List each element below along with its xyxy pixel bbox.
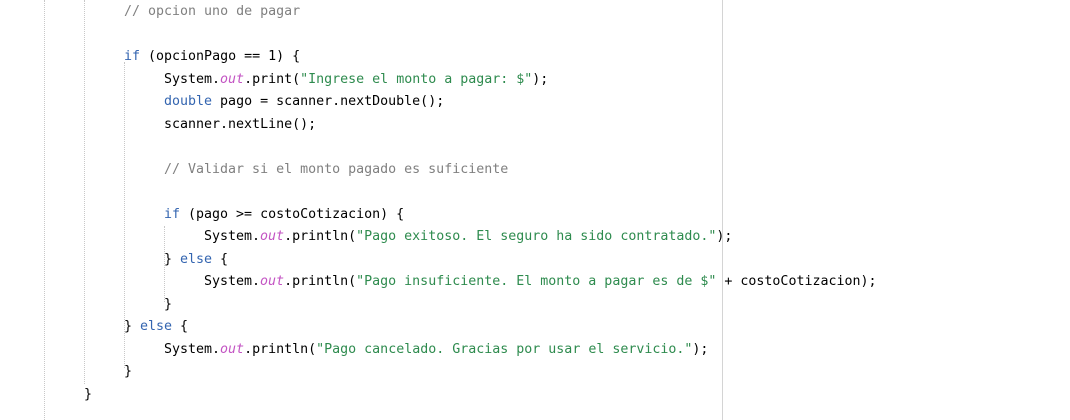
code-token-plain: System. <box>164 341 221 357</box>
code-token-plain: System. <box>164 71 221 87</box>
code-token-keyword: if <box>124 49 141 64</box>
code-token-plain: } <box>164 296 173 312</box>
code-line[interactable]: // opcion uno de pagar <box>124 1 300 23</box>
code-line[interactable]: System.out.println("Pago cancelado. Grac… <box>164 339 708 361</box>
code-token-string: "Ingrese el monto a pagar: $" <box>300 71 533 87</box>
code-token-plain: } <box>164 251 181 267</box>
code-line[interactable]: // Validar si el monto pagado es suficie… <box>164 159 508 181</box>
code-token-plain: ); <box>692 341 709 357</box>
code-token-string: "Pago cancelado. Gracias por usar el ser… <box>316 341 693 357</box>
code-token-plain: .print( <box>244 71 301 87</box>
code-token-plain: { <box>172 319 189 334</box>
code-token-field: out <box>220 341 245 357</box>
code-token-plain: + costoCotizacion); <box>716 274 877 289</box>
code-line[interactable]: } else { <box>164 249 228 271</box>
code-line[interactable]: } else { <box>124 316 188 338</box>
code-line[interactable]: double pago = scanner.nextDouble(); <box>164 91 444 113</box>
code-token-plain: { <box>212 251 229 267</box>
code-token-plain: scanner.nextLine(); <box>164 116 317 132</box>
code-line[interactable]: System.out.println("Pago insuficiente. E… <box>204 271 877 293</box>
code-token-plain: System. <box>204 274 261 289</box>
code-token-plain: (opcionPago == 1) { <box>140 49 301 64</box>
code-token-field: out <box>260 274 285 289</box>
code-token-field: out <box>260 229 285 244</box>
code-token-plain: .println( <box>284 229 357 244</box>
code-token-plain: } <box>124 364 133 379</box>
indent-guide-2 <box>84 0 85 384</box>
code-line[interactable]: if (opcionPago == 1) { <box>124 46 300 68</box>
code-line[interactable]: scanner.nextLine(); <box>164 114 316 136</box>
code-token-comment: // Validar si el monto pagado es suficie… <box>164 161 509 177</box>
code-token-string: "Pago insuficiente. El monto a pagar es … <box>356 274 717 289</box>
code-token-plain: } <box>84 386 93 402</box>
code-editor[interactable]: // opcion uno de pagar if (opcionPago == … <box>0 0 1070 420</box>
code-token-plain: pago = scanner.nextDouble(); <box>212 94 445 109</box>
code-token-keyword: else <box>180 251 213 267</box>
code-token-plain: .println( <box>284 274 357 289</box>
code-token-field: out <box>220 71 245 87</box>
code-line[interactable]: if (pago >= costoCotizacion) { <box>164 204 404 226</box>
code-token-plain: (pago >= costoCotizacion) { <box>180 206 405 222</box>
code-token-plain: ); <box>716 229 733 244</box>
code-line[interactable]: } <box>164 294 172 316</box>
code-line[interactable]: System.out.print("Ingrese el monto a pag… <box>164 69 548 91</box>
code-token-keyword: if <box>164 206 181 222</box>
code-token-plain: ); <box>532 71 549 87</box>
code-line[interactable]: } <box>84 384 92 406</box>
code-token-string: "Pago exitoso. El seguro ha sido contrat… <box>356 229 717 244</box>
right-margin-line <box>722 0 723 420</box>
code-line[interactable]: } <box>124 361 132 383</box>
code-token-plain: System. <box>204 229 261 244</box>
code-token-comment: // opcion uno de pagar <box>124 4 301 19</box>
code-token-keyword: else <box>140 319 173 334</box>
indent-guide-1 <box>44 0 45 420</box>
code-line[interactable]: System.out.println("Pago exitoso. El seg… <box>204 226 732 248</box>
code-token-plain: } <box>124 319 141 334</box>
code-token-keyword: double <box>164 94 213 109</box>
code-token-plain: .println( <box>244 341 317 357</box>
